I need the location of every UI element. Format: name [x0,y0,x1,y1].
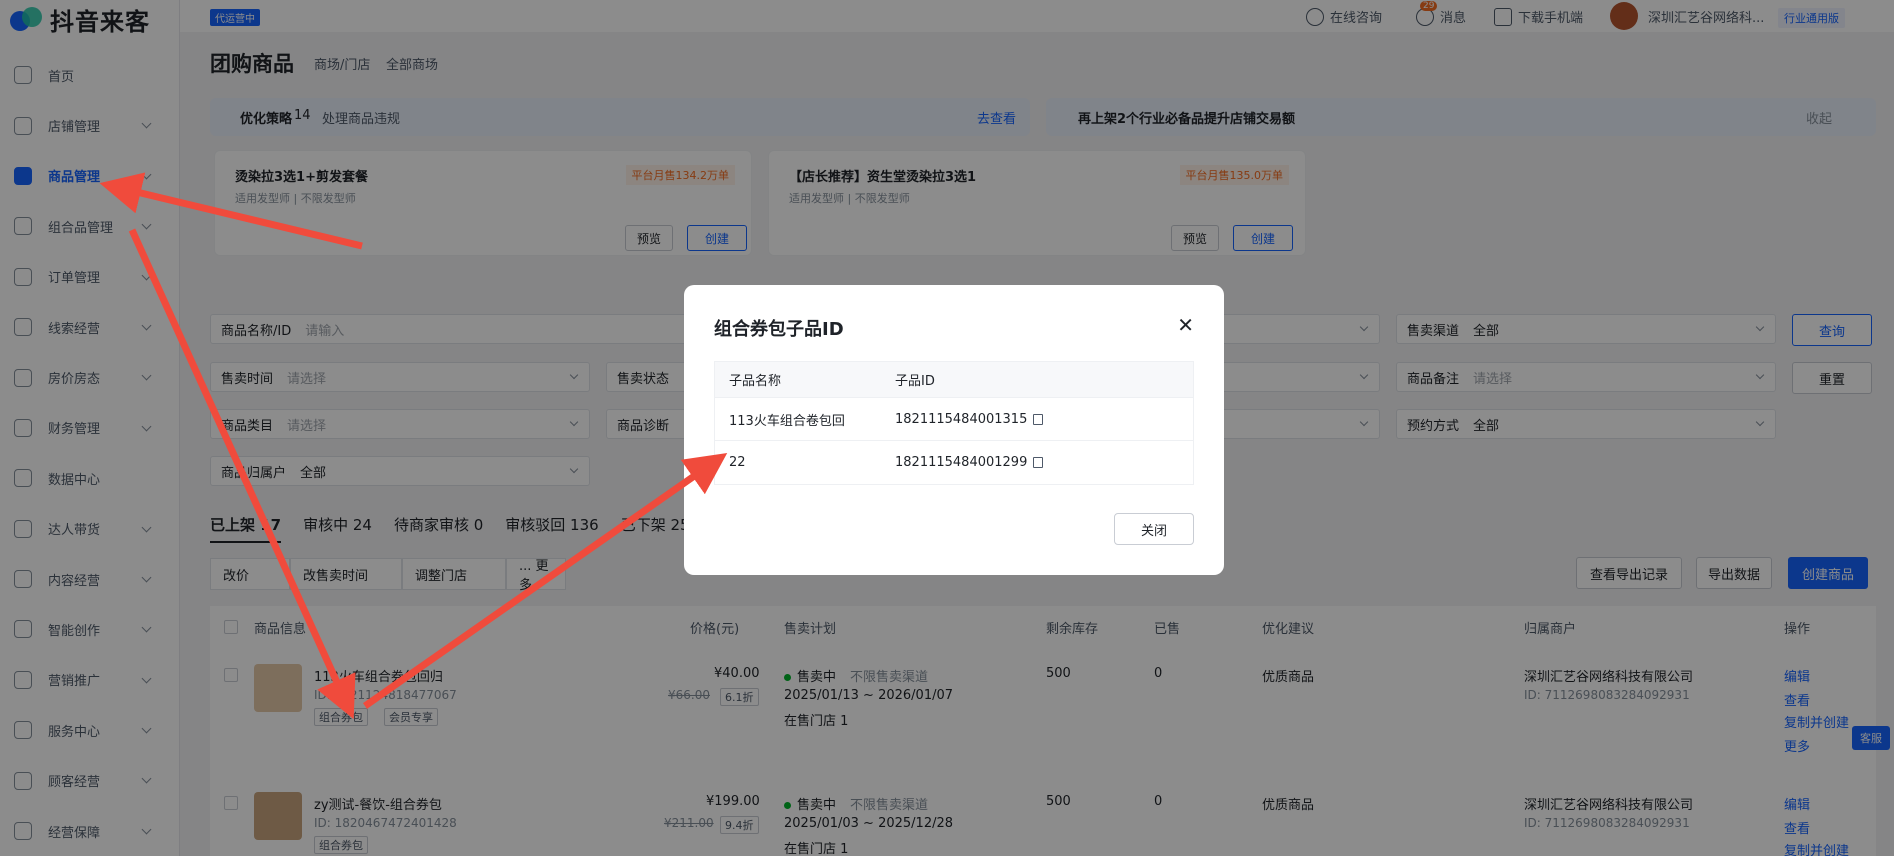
arrow-to-goods-menu [99,172,363,250]
arrow-to-dialog-row [362,452,728,709]
arrow-to-bundle-tag [128,228,356,720]
annotation-arrows [99,172,728,720]
